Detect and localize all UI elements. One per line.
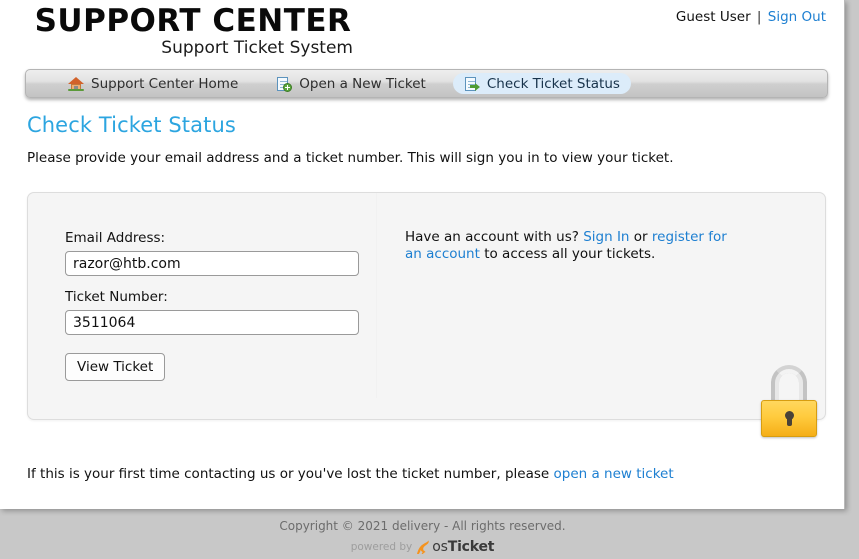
email-label: Email Address:: [65, 230, 166, 246]
nav-item-support-center-home[interactable]: Support Center Home: [57, 73, 249, 94]
user-nav-separator: |: [756, 9, 762, 25]
new-document-icon: [276, 76, 293, 92]
ticket-number-label: Ticket Number:: [65, 289, 168, 305]
account-tail-text: to access all your tickets.: [484, 246, 656, 263]
osticket-os: os: [432, 538, 448, 555]
sign-out-link[interactable]: Sign Out: [768, 9, 826, 25]
osticket-wordmark: osTicket: [432, 539, 494, 555]
padlock-icon: [761, 365, 817, 437]
page-container: SUPPORT CENTER Support Ticket System Gue…: [0, 0, 845, 509]
ticket-lookup-form: Email Address: Ticket Number: View Ticke…: [65, 230, 365, 381]
site-logo: SUPPORT CENTER Support Ticket System: [27, 6, 367, 57]
ticket-lookup-panel: Email Address: Ticket Number: View Ticke…: [27, 192, 826, 437]
user-nav: Guest User | Sign Out: [676, 9, 826, 25]
guest-user-label: Guest User: [675, 9, 751, 25]
intro-text: Please provide your email address and a …: [27, 150, 674, 166]
sign-in-link[interactable]: Sign In: [583, 229, 629, 245]
view-ticket-button[interactable]: View Ticket: [65, 353, 166, 381]
osticket-ticket: Ticket: [447, 538, 495, 555]
open-new-ticket-link[interactable]: open a new ticket: [553, 466, 673, 482]
account-conjunction: or: [633, 229, 648, 245]
powered-by-label: powered by: [350, 540, 413, 553]
nav-label-check-ticket-status: Check Ticket Status: [486, 75, 620, 92]
powered-by-osticket[interactable]: powered by osTicket: [351, 538, 495, 555]
kangaroo-logo-icon: [414, 539, 431, 555]
site-footer: Copyright © 2021 delivery - All rights r…: [0, 509, 845, 557]
first-time-note-text: If this is your first time contacting us…: [27, 465, 550, 482]
copyright-text: Copyright © 2021 delivery - All rights r…: [279, 519, 566, 533]
main-content: Check Ticket Status Please provide your …: [0, 104, 845, 482]
account-info-text: Have an account with us? Sign In or regi…: [405, 229, 735, 264]
nav-item-check-ticket-status[interactable]: Check Ticket Status: [452, 73, 631, 94]
first-time-note: If this is your first time contacting us…: [27, 466, 674, 482]
panel-divider: [376, 193, 377, 398]
email-input[interactable]: [65, 251, 359, 276]
document-arrow-icon: [464, 76, 480, 92]
ticket-number-input[interactable]: [65, 310, 359, 335]
home-icon: [68, 76, 84, 92]
main-navigation: Support Center Home Open a New Ticket Ch…: [25, 69, 828, 98]
nav-item-open-a-new-ticket[interactable]: Open a New Ticket: [265, 73, 437, 94]
nav-label-support-center-home: Support Center Home: [91, 75, 239, 92]
nav-label-open-a-new-ticket: Open a New Ticket: [299, 75, 426, 92]
logo-subtitle: Support Ticket System: [161, 38, 353, 58]
page-title: Check Ticket Status: [27, 113, 236, 137]
logo-title: SUPPORT CENTER: [34, 3, 352, 39]
account-lead-text: Have an account with us?: [405, 229, 579, 245]
site-header: SUPPORT CENTER Support Ticket System Gue…: [0, 0, 844, 66]
